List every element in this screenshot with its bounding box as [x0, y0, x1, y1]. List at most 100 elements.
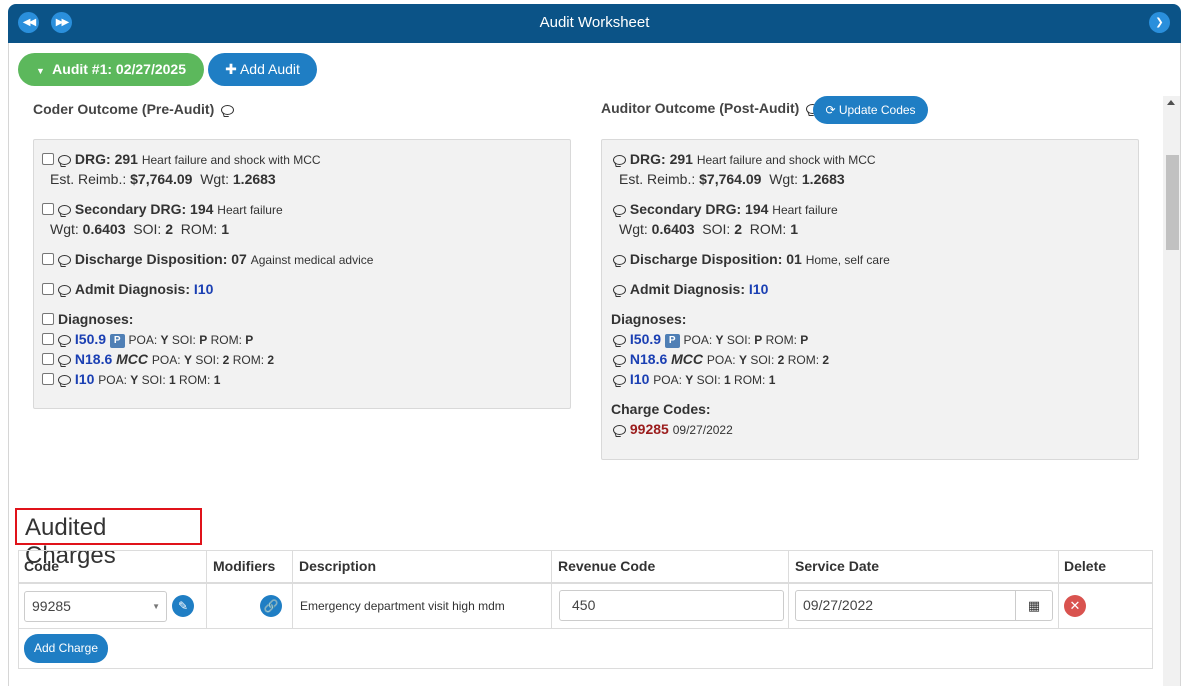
rom-value: P — [800, 333, 809, 347]
soi-label: SOI: — [726, 333, 751, 347]
scroll-up-arrow[interactable] — [1167, 100, 1175, 105]
diagnosis-code[interactable]: I10 — [75, 371, 94, 387]
calendar-icon[interactable]: ▦ — [1015, 591, 1052, 620]
poa-value: Y — [160, 333, 169, 347]
reimb-label: Est. Reimb.: — [619, 171, 696, 187]
comment-icon[interactable] — [613, 335, 626, 345]
pre-drg-checkbox[interactable] — [42, 153, 54, 165]
service-date-input[interactable]: 09/27/2022 ▦ — [795, 590, 1053, 621]
diagnoses-label: Diagnoses: — [611, 311, 687, 327]
wgt-label: Wgt: — [769, 171, 798, 187]
poa-label: POA: — [706, 353, 736, 367]
comment-icon[interactable] — [613, 375, 626, 385]
diagnosis-code[interactable]: I10 — [630, 371, 649, 387]
admit-code[interactable]: I10 — [749, 281, 768, 297]
table-header-divider — [18, 582, 1153, 584]
drg-label: DRG: — [74, 151, 111, 167]
soi-value: P — [199, 333, 208, 347]
poa-label: POA: — [151, 353, 181, 367]
diagnosis-code[interactable]: N18.6 — [75, 351, 112, 367]
list-item: N18.6 MCC POA: Y SOI: 2 ROM: 2 — [613, 351, 829, 367]
diagnosis-code[interactable]: I50.9 — [630, 331, 661, 347]
rom-label: ROM: — [734, 373, 766, 387]
mcc-flag: MCC — [671, 351, 704, 367]
comment-icon[interactable] — [58, 335, 71, 345]
comment-icon[interactable] — [613, 425, 626, 435]
comment-icon[interactable] — [613, 205, 626, 215]
rom-label: ROM: — [210, 333, 242, 347]
add-audit-button[interactable]: ✚ Add Audit — [208, 53, 317, 86]
diagnosis-checkbox[interactable] — [42, 333, 54, 345]
caret-down-icon: ▼ — [35, 66, 45, 76]
table-border-bottom — [18, 668, 1153, 669]
comment-icon[interactable] — [58, 375, 71, 385]
pre-audit-heading-text: Coder Outcome (Pre-Audit) — [33, 101, 215, 117]
admit-code[interactable]: I10 — [194, 281, 213, 297]
wgt-value: 0.6403 — [651, 221, 695, 237]
revenue-code-input[interactable]: 450 — [559, 590, 784, 621]
modifiers-link-button[interactable]: 🔗 — [260, 595, 282, 617]
comment-icon[interactable] — [221, 105, 235, 115]
wgt-label: Wgt: — [200, 171, 229, 187]
post-audit-panel: DRG: 291 Heart failure and shock with MC… — [601, 139, 1139, 460]
update-codes-button[interactable]: ⟳ Update Codes — [813, 96, 928, 124]
drg-desc: Heart failure and shock with MCC — [696, 153, 876, 167]
poa-value: Y — [715, 333, 724, 347]
update-codes-label: Update Codes — [838, 103, 916, 117]
comment-icon[interactable] — [613, 355, 626, 365]
diagnosis-code[interactable]: N18.6 — [630, 351, 667, 367]
col-divider — [788, 550, 789, 629]
sec-drg-label: Secondary DRG: — [74, 201, 187, 217]
rom-label: ROM: — [180, 221, 218, 237]
post-admit-row: Admit Diagnosis: I10 — [613, 281, 768, 297]
comment-icon[interactable] — [613, 155, 626, 165]
pre-disposition-checkbox[interactable] — [42, 253, 54, 265]
post-audit-heading-text: Auditor Outcome (Post-Audit) — [601, 100, 800, 116]
pre-diagnoses-checkbox[interactable] — [42, 313, 54, 325]
pre-drg-row: DRG: 291 Heart failure and shock with MC… — [42, 151, 321, 167]
charge-code[interactable]: 99285 — [630, 421, 669, 437]
sec-drg-label: Secondary DRG: — [629, 201, 742, 217]
soi-label: SOI: — [195, 353, 220, 367]
pre-sec-drg-checkbox[interactable] — [42, 203, 54, 215]
code-select[interactable]: 99285 ▼ — [24, 591, 167, 622]
diagnosis-checkbox[interactable] — [42, 353, 54, 365]
charge-description: Emergency department visit high mdm — [300, 599, 505, 613]
diagnosis-checkbox[interactable] — [42, 373, 54, 385]
link-icon: 🔗 — [263, 599, 279, 613]
pre-sec-wgt-row: Wgt: 0.6403 SOI: 2 ROM: 1 — [50, 221, 229, 237]
soi-value: P — [754, 333, 763, 347]
wgt-value: 1.2683 — [801, 171, 845, 187]
comment-icon[interactable] — [58, 155, 71, 165]
audit-selector-button[interactable]: ▼ Audit #1: 02/27/2025 — [18, 53, 204, 86]
principal-badge: P — [664, 334, 680, 348]
edit-code-button[interactable]: ✎ — [172, 595, 194, 617]
pre-admit-checkbox[interactable] — [42, 283, 54, 295]
wgt-value: 0.6403 — [82, 221, 126, 237]
add-charge-button[interactable]: Add Charge — [24, 634, 108, 663]
list-item: I50.9 P POA: Y SOI: P ROM: P — [613, 331, 808, 348]
audit-selector-label: Audit #1: 02/27/2025 — [52, 61, 187, 77]
comment-icon[interactable] — [613, 255, 626, 265]
diagnosis-code[interactable]: I50.9 — [75, 331, 106, 347]
drg-label: DRG: — [629, 151, 666, 167]
list-item: I50.9 P POA: Y SOI: P ROM: P — [42, 331, 253, 348]
admit-label: Admit Diagnosis: — [74, 281, 191, 297]
scrollbar-thumb[interactable] — [1166, 155, 1179, 250]
refresh-icon: ⟳ — [825, 103, 836, 117]
next-icon[interactable]: ❯ — [1149, 12, 1170, 33]
comment-icon[interactable] — [613, 285, 626, 295]
delete-charge-button[interactable]: ✕ — [1064, 595, 1086, 617]
comment-icon[interactable] — [58, 205, 71, 215]
soi-label: SOI: — [750, 353, 775, 367]
comment-icon[interactable] — [58, 285, 71, 295]
pre-diagnoses-header: Diagnoses: — [42, 311, 133, 327]
sec-drg-desc: Heart failure — [217, 203, 283, 217]
code-select-value: 99285 — [32, 598, 71, 614]
comment-icon[interactable] — [58, 355, 71, 365]
pre-audit-panel: DRG: 291 Heart failure and shock with MC… — [33, 139, 571, 409]
service-date-value: 09/27/2022 — [803, 597, 874, 613]
comment-icon[interactable] — [58, 255, 71, 265]
rom-label: ROM: — [787, 353, 820, 367]
wgt-label: Wgt: — [50, 221, 79, 237]
